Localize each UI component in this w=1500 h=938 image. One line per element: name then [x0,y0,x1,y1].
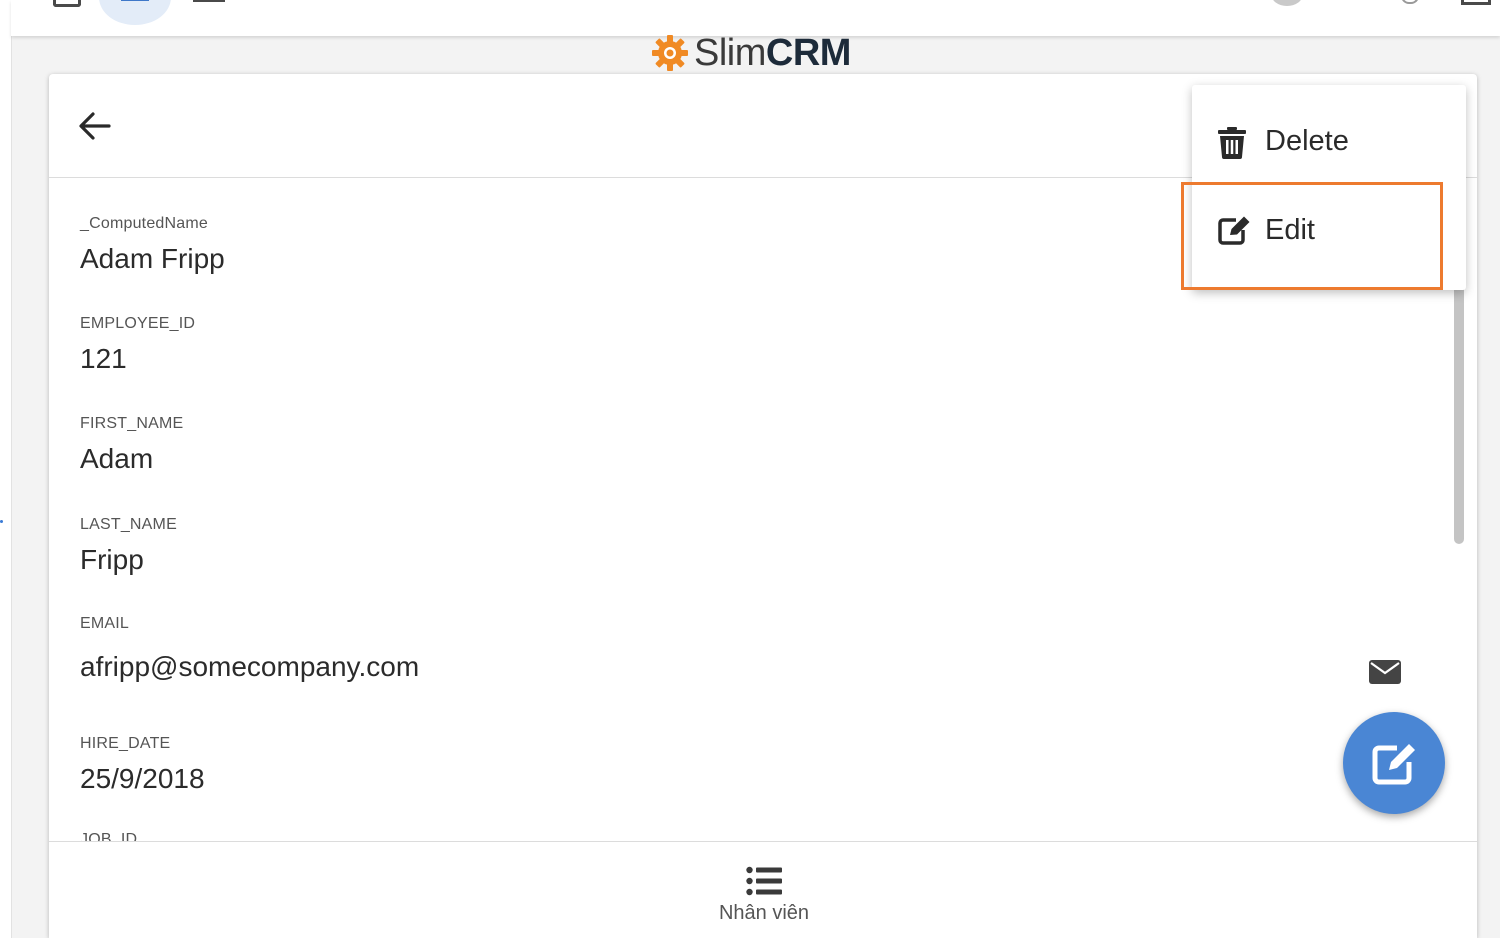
toolbar-avatar-icon[interactable] [1271,0,1303,6]
envelope-icon [1369,660,1401,684]
field-label: EMAIL [80,615,130,632]
field-label: FIRST_NAME [80,415,184,432]
context-menu: Delete Edit [1192,85,1466,290]
nav-item-employees[interactable]: Nhân viên [709,862,819,932]
menu-item-delete[interactable]: Delete [1192,99,1466,187]
edit-icon [1372,744,1415,785]
field-label: _ComputedName [80,215,208,232]
menu-item-edit[interactable]: Edit [1192,186,1466,274]
field-value: Adam [80,443,154,474]
trash-icon [1218,127,1246,159]
field-value: Fripp [80,544,144,575]
menu-item-label: Delete [1265,125,1349,157]
logo-text-slim: Slim [694,31,766,74]
back-button[interactable] [75,106,115,146]
toolbar-icon-1[interactable] [53,0,81,7]
field-value: Adam Fripp [80,243,225,274]
logo-text-crm: CRM [765,31,852,74]
app-logo: Slim CRM [650,31,852,74]
send-email-button[interactable] [1369,660,1401,684]
field-value: 121 [80,343,127,374]
field-value: 25/9/2018 [80,763,205,794]
edit-fab-button[interactable] [1343,712,1445,814]
field-first-name: FIRST_NAME Adam [80,415,183,475]
menu-item-label: Edit [1265,214,1315,246]
field-employee-id: EMPLOYEE_ID 121 [80,315,195,375]
field-computed-name: _ComputedName Adam Fripp [80,215,225,275]
toolbar-icon-5[interactable] [1401,0,1419,4]
field-label: HIRE_DATE [80,735,171,752]
left-rail [0,0,12,938]
arrow-left-icon [79,112,111,140]
field-label: LAST_NAME [80,516,177,533]
edit-icon [1218,216,1250,245]
bottom-navigation: Nhân viên [49,841,1477,938]
toolbar-icon-6[interactable] [1461,0,1491,5]
field-last-name: LAST_NAME Fripp [80,516,177,576]
field-email: EMAIL afripp@somecompany.com [80,615,419,683]
field-label: EMPLOYEE_ID [80,315,196,332]
nav-item-label: Nhân viên [718,902,810,924]
rail-indicator [0,520,3,523]
toolbar-icon-3[interactable] [193,0,225,2]
toolbar-icon-active[interactable] [99,0,171,25]
gear-logo-icon [652,35,688,71]
field-value[interactable]: afripp@somecompany.com [80,651,419,683]
list-icon [746,866,782,896]
field-hire-date: HIRE_DATE 25/9/2018 [80,735,205,795]
